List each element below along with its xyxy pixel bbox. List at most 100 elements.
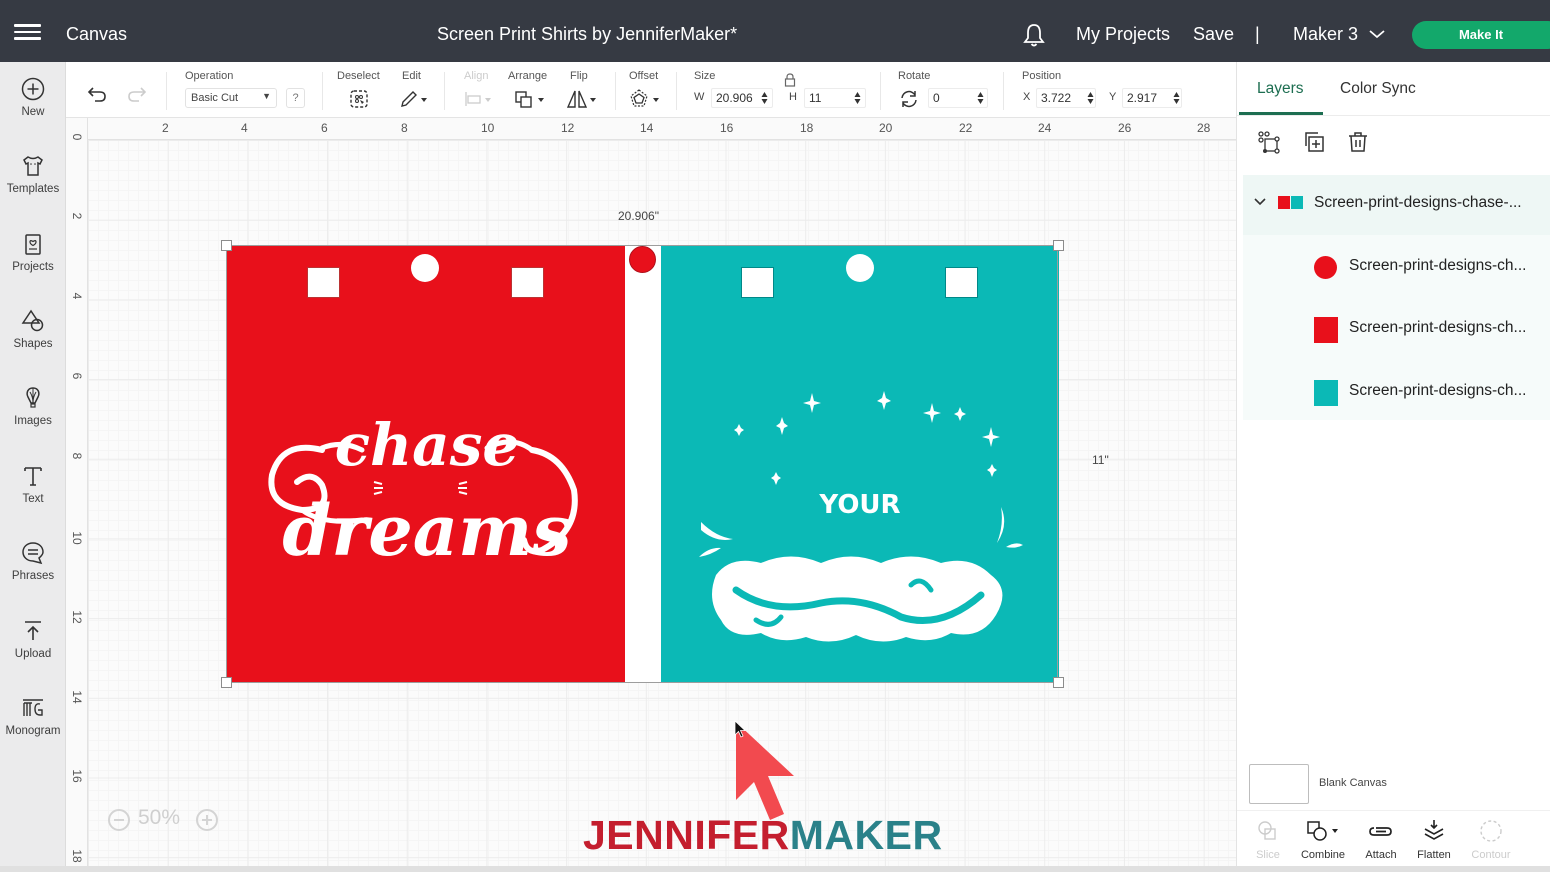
layer-row[interactable]: Screen-print-designs-ch...	[1243, 235, 1550, 297]
ruler-tick: 6	[70, 372, 84, 380]
design-canvas[interactable]: 2 4 6 8 10 12 14 16 18 20 22 24 26 28 0 …	[66, 118, 1236, 866]
combine-button[interactable]: Combine	[1294, 819, 1352, 861]
jennifermaker-watermark: JENNIFERMAKER	[583, 812, 943, 859]
y-stepper-icon[interactable]	[1173, 91, 1180, 105]
zoom-in-button[interactable]	[196, 809, 218, 831]
sidebar-item-phrases[interactable]: Phrases	[0, 540, 66, 610]
tab-layers[interactable]: Layers	[1257, 80, 1304, 98]
save-button[interactable]: Save	[1193, 24, 1234, 45]
operation-select[interactable]: Basic Cut ▼	[185, 88, 277, 108]
deselect-icon[interactable]	[349, 89, 369, 109]
make-it-button[interactable]: Make It	[1412, 21, 1550, 49]
blank-canvas-label: Blank Canvas	[1319, 777, 1387, 789]
layer-group-name: Screen-print-designs-chase-...	[1314, 194, 1522, 211]
flatten-label: Flatten	[1417, 849, 1451, 861]
sidebar-item-text[interactable]: Text	[0, 463, 66, 533]
arrange-icon[interactable]	[514, 89, 548, 109]
align-icon[interactable]	[464, 90, 494, 108]
sidebar-item-new[interactable]: New	[0, 76, 66, 146]
ruler-tick: 12	[561, 121, 575, 135]
ruler-tick: 12	[70, 610, 84, 624]
mouse-cursor-icon	[734, 720, 747, 738]
edit-toolbar: Operation Basic Cut ▼ ? Deselect Edit Al…	[66, 62, 1236, 118]
ruler-tick: 8	[70, 452, 84, 460]
resize-handle-bottom-left[interactable]	[221, 677, 232, 688]
ruler-tick: 14	[640, 121, 654, 135]
resize-handle-top-left[interactable]	[221, 240, 232, 251]
ruler-tick: 0	[70, 133, 84, 141]
zoom-out-button[interactable]	[108, 809, 130, 831]
layer-name: Screen-print-designs-ch...	[1349, 319, 1527, 336]
combine-icon	[1307, 821, 1338, 841]
red-registration-dot[interactable]	[629, 246, 656, 273]
operation-value: Basic Cut	[191, 92, 239, 104]
ruler-tick: 8	[401, 121, 408, 135]
sidebar-label: Projects	[12, 261, 54, 273]
ruler-tick: 22	[959, 121, 973, 135]
layer-actions-bar: Slice Combine Attach Flatten Contour	[1237, 810, 1550, 872]
resize-handle-top-right[interactable]	[1053, 240, 1064, 251]
offset-icon[interactable]	[629, 89, 663, 109]
sidebar-item-shapes[interactable]: Shapes	[0, 308, 66, 378]
delete-trash-icon[interactable]	[1346, 130, 1370, 154]
menu-icon[interactable]	[14, 24, 41, 40]
x-letter: X	[1023, 91, 1031, 103]
contour-button[interactable]: Contour	[1462, 819, 1520, 861]
arrange-label: Arrange	[508, 70, 548, 82]
topbar-divider: |	[1255, 24, 1260, 44]
layer-thumb-red-circle	[1314, 256, 1337, 279]
teal-design-panel[interactable]: YOUR	[661, 245, 1059, 683]
flatten-button[interactable]: Flatten	[1405, 819, 1463, 861]
watermark-part-maker: MAKER	[789, 812, 943, 858]
width-stepper-icon[interactable]	[761, 91, 768, 105]
sidebar-item-templates[interactable]: Templates	[0, 153, 66, 223]
lock-icon[interactable]	[784, 73, 796, 87]
my-projects-link[interactable]: My Projects	[1076, 24, 1170, 45]
blank-canvas-swatch[interactable]	[1249, 764, 1309, 804]
machine-selector[interactable]: Maker 3	[1293, 24, 1358, 45]
undo-icon[interactable]	[86, 84, 108, 104]
chevron-down-icon[interactable]	[1368, 28, 1386, 40]
duplicate-icon[interactable]	[1302, 130, 1326, 154]
dropdown-arrow-icon: ▼	[262, 91, 271, 101]
x-stepper-icon[interactable]	[1087, 91, 1094, 105]
flip-icon[interactable]	[566, 89, 600, 109]
height-stepper-icon[interactable]	[854, 91, 861, 105]
layers-list: Screen-print-designs-chase-... Screen-pr…	[1243, 175, 1550, 420]
sidebar-item-images[interactable]: Images	[0, 385, 66, 455]
rotate-stepper-icon[interactable]	[977, 91, 984, 105]
layer-group-row[interactable]: Screen-print-designs-chase-...	[1243, 175, 1550, 235]
chevron-down-icon[interactable]	[1253, 197, 1267, 207]
red-design-panel[interactable]: chase dreams	[227, 245, 625, 683]
chase-dreams-artwork: chase dreams	[268, 411, 578, 572]
layer-row[interactable]: Screen-print-designs-ch...	[1243, 297, 1550, 359]
svg-text:chase: chase	[335, 411, 520, 479]
layer-row[interactable]: Screen-print-designs-ch...	[1243, 360, 1550, 422]
edit-pencil-icon[interactable]	[399, 89, 431, 109]
operation-help-button[interactable]: ?	[286, 88, 305, 108]
contour-icon	[1480, 820, 1502, 842]
height-dimension-label: 11"	[1092, 453, 1109, 467]
notification-bell-icon[interactable]	[1022, 22, 1046, 48]
app-title: Canvas	[66, 24, 128, 44]
sidebar-item-monogram[interactable]: Monogram	[0, 695, 66, 765]
ruler-tick: 26	[1118, 121, 1132, 135]
attach-button[interactable]: Attach	[1352, 819, 1410, 861]
offset-label: Offset	[629, 70, 659, 82]
rotate-icon[interactable]	[899, 89, 919, 109]
registration-circle	[411, 254, 439, 282]
sidebar-item-upload[interactable]: Upload	[0, 618, 66, 688]
ruler-tick: 14	[70, 690, 84, 704]
layer-name: Screen-print-designs-ch...	[1349, 257, 1527, 274]
layer-thumb-red-panel	[1314, 317, 1338, 343]
sidebar-item-projects[interactable]: Projects	[0, 231, 66, 301]
redo-icon[interactable]	[126, 84, 148, 104]
resize-handle-bottom-right[interactable]	[1053, 677, 1064, 688]
ruler-tick: 28	[1197, 121, 1211, 135]
sidebar-label: Templates	[6, 183, 60, 195]
tab-color-sync[interactable]: Color Sync	[1340, 80, 1416, 98]
group-icon[interactable]	[1257, 130, 1281, 154]
shirt-icon	[23, 156, 43, 176]
combine-label: Combine	[1300, 849, 1346, 861]
slice-button[interactable]: Slice	[1239, 819, 1297, 861]
